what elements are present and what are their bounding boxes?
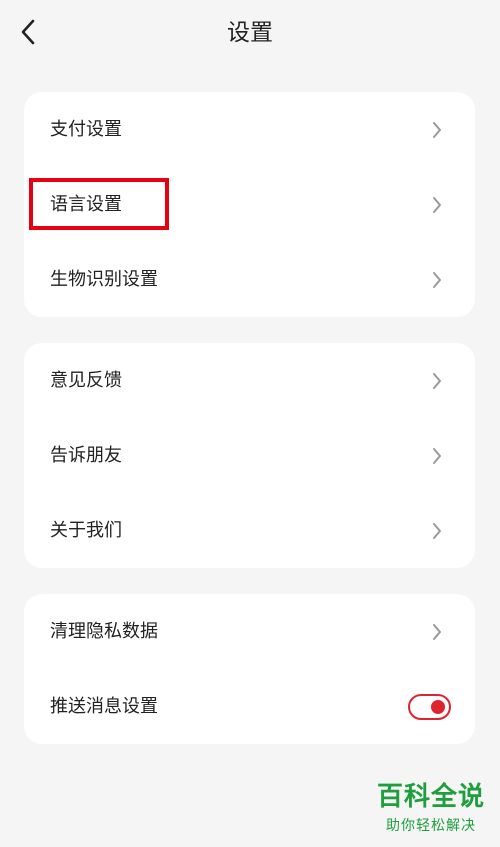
chevron-right-icon: [433, 122, 441, 138]
list-item-tell-friends[interactable]: 告诉朋友: [24, 418, 475, 493]
settings-group-3: 清理隐私数据 推送消息设置: [24, 594, 475, 744]
list-item-label: 清理隐私数据: [50, 621, 158, 642]
list-item-label: 支付设置: [50, 119, 122, 140]
push-notification-toggle[interactable]: [408, 694, 451, 720]
list-item-label: 推送消息设置: [50, 696, 158, 717]
chevron-right-icon: [433, 448, 441, 464]
header: 设置: [0, 0, 500, 66]
toggle-knob: [431, 700, 445, 714]
list-item-payment-settings[interactable]: 支付设置: [24, 92, 475, 167]
page-title: 设置: [227, 20, 273, 46]
list-item-about-us[interactable]: 关于我们: [24, 493, 475, 568]
watermark-title: 百科全说: [376, 782, 485, 812]
chevron-right-icon: [433, 197, 441, 213]
list-item-label: 生物识别设置: [50, 269, 158, 290]
list-item-clear-privacy-data[interactable]: 清理隐私数据: [24, 594, 475, 669]
settings-group-2: 意见反馈 告诉朋友 关于我们: [24, 343, 475, 568]
list-item-label: 意见反馈: [50, 370, 122, 391]
highlight-annotation: [29, 178, 169, 230]
watermark-logo: 百科全说 助你轻松解决: [370, 780, 492, 840]
watermark-subtitle: 助你轻松解决: [386, 818, 476, 834]
list-item-feedback[interactable]: 意见反馈: [24, 343, 475, 418]
list-item-label: 告诉朋友: [50, 445, 122, 466]
chevron-right-icon: [433, 373, 441, 389]
list-item-label: 关于我们: [50, 520, 122, 541]
chevron-right-icon: [433, 272, 441, 288]
chevron-right-icon: [433, 523, 441, 539]
list-item-biometric-settings[interactable]: 生物识别设置: [24, 242, 475, 317]
chevron-right-icon: [433, 624, 441, 640]
